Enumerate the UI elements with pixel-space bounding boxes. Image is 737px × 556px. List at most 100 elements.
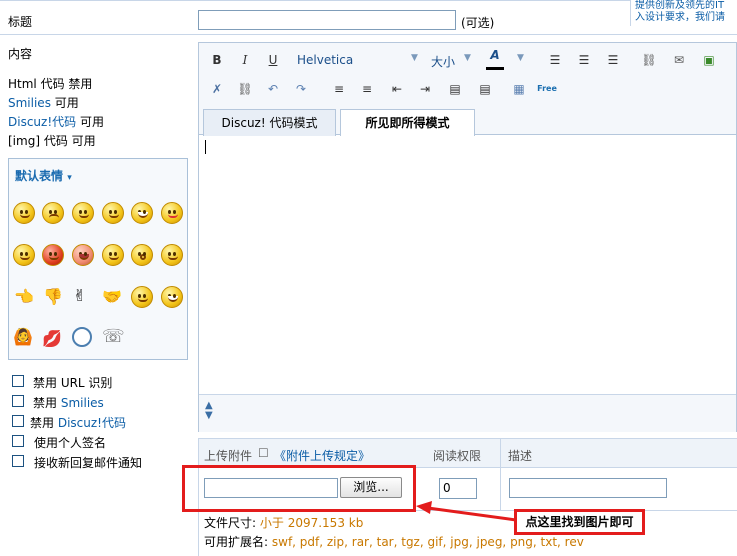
angry-icon[interactable] [42,244,64,266]
annotation-highlight-box [182,465,416,512]
disable-smilies-checkbox[interactable] [12,395,24,407]
disable-discuz-code-checkbox[interactable] [12,415,24,427]
smile-icon[interactable] [72,202,94,224]
attachment-rules-link[interactable]: 《附件上传规定》 [274,447,370,464]
chevron-down-icon[interactable]: ▼ [464,53,471,63]
disable-url-label: 禁用 URL 识别 [33,376,113,390]
resize-handle-icon[interactable]: ▲ ▼ [205,401,213,421]
thumb-down-icon[interactable]: 👎 [43,287,63,306]
smiley-category-dropdown[interactable]: 默认表情 ▾ [15,167,72,184]
tongue-icon[interactable] [161,202,183,224]
italic-button[interactable]: I [235,51,255,69]
disable-smilies-label: 禁用 Smilies [33,394,104,411]
smiley-category-label: 默认表情 [15,169,64,183]
chevron-down-icon[interactable]: ▼ [517,53,524,63]
bold-button[interactable]: B [207,51,227,69]
link-icon[interactable]: ⛓ [639,51,659,69]
victory-icon[interactable]: ✌ [73,286,86,305]
shy-icon[interactable] [161,244,183,266]
smiley-panel: 默认表情 ▾ 👈 👎 ✌ 🤝 🙆 💋 ☏ [8,158,188,360]
tab-wysiwyg-mode[interactable]: 所见即所得模式 [340,109,475,137]
font-color-button[interactable]: A [484,48,506,70]
description-label: 描述 [508,449,533,463]
disable-url-checkbox[interactable] [12,375,24,387]
outdent-icon[interactable]: ⇤ [387,80,407,98]
chevron-down-icon[interactable]: ▼ [411,53,418,63]
file-size-label: 文件尺寸: [204,516,257,530]
tab-discuz-code-mode[interactable]: Discuz! 代码模式 [203,109,336,136]
discuz-code-link[interactable]: Discuz!代码 [8,115,76,129]
title-label: 标题 [8,15,33,29]
attachment-header: 上传附件 ☐ 《附件上传规定》 阅读权限 描述 [198,438,737,469]
undo-icon[interactable]: ↶ [263,80,283,98]
allowed-extensions-value: swf, pdf, zip, rar, tar, tgz, gif, jpg, … [271,535,584,549]
text-caret [205,140,206,154]
use-signature-checkbox[interactable] [12,435,24,447]
read-permission-label: 阅读权限 [433,449,482,463]
free-icon[interactable]: Free [537,80,557,98]
disable-discuz-code-label: 禁用 Discuz!代码 [30,414,126,431]
align-right-icon[interactable]: ☰ [603,51,623,69]
phone-icon[interactable]: ☏ [102,326,125,347]
align-left-icon[interactable]: ☰ [545,51,565,69]
annotation-arrow [416,501,517,522]
chevron-down-icon: ▾ [67,173,72,183]
font-family-select[interactable]: Helvetica [297,53,353,67]
unordered-list-icon[interactable]: ≡ [357,80,377,98]
laugh-icon[interactable] [13,244,35,266]
content-label: 内容 [8,47,33,61]
smiley-icon[interactable] [13,202,35,224]
column-divider [500,439,501,469]
float-left-icon[interactable]: ▤ [445,80,465,98]
mad-icon[interactable] [131,286,153,308]
discuz-code-state: 可用 [79,115,104,129]
frown-icon[interactable] [42,202,64,224]
image-icon[interactable]: ▣ [699,51,719,69]
upload-label: 上传附件 [204,449,253,463]
underline-button[interactable]: U [263,51,283,69]
surprised-icon[interactable] [131,244,153,266]
thumb-left-icon[interactable]: 👈 [14,287,34,306]
disable-smilies-text: 禁用 [33,396,58,410]
title-input[interactable] [198,10,456,30]
file-size-info: 文件尺寸: 小于 2097.153 kb [204,514,363,531]
smilies-state: 可用 [54,96,79,110]
align-center-icon[interactable]: ☰ [574,51,594,69]
happy-icon[interactable] [161,286,183,308]
figure-icon[interactable]: 🙆 [13,327,33,346]
smilies-option-link[interactable]: Smilies [61,396,104,410]
editor-content-area[interactable] [199,136,736,394]
shout-icon[interactable] [72,244,94,266]
email-icon[interactable]: ✉ [669,51,689,69]
rich-text-editor: B I U Helvetica ▼ 大小 ▼ A ▼ ☰ ☰ ☰ ⛓ ✉ ▣ ✗… [198,42,737,432]
table-icon[interactable]: ▦ [509,80,529,98]
ordered-list-icon[interactable]: ≡ [329,80,349,98]
font-family-value: Helvetica [297,53,354,67]
unlink-icon[interactable]: ⛓ [235,80,255,98]
font-size-select[interactable]: 大小 [431,53,455,70]
redo-icon[interactable]: ↷ [291,80,311,98]
read-permission-input[interactable]: 0 [439,478,477,499]
handshake-icon[interactable]: 🤝 [102,287,122,306]
smilies-status: Smilies 可用 [8,94,79,111]
allowed-extensions-label: 可用扩展名: [204,535,269,549]
smilies-link[interactable]: Smilies [8,96,51,110]
lips-icon[interactable]: 💋 [42,329,62,348]
indent-icon[interactable]: ⇥ [415,80,435,98]
remove-format-icon[interactable]: ✗ [207,80,227,98]
grin-icon[interactable] [131,202,153,224]
editor-toolbar: B I U Helvetica ▼ 大小 ▼ A ▼ ☰ ☰ ☰ ⛓ ✉ ▣ ✗… [199,43,736,105]
editor-mode-tabs: Discuz! 代码模式 所见即所得模式 [199,105,736,137]
cry-icon[interactable] [102,244,124,266]
disable-discuz-code-text: 禁用 [30,416,55,430]
float-right-icon[interactable]: ▤ [475,80,495,98]
email-notify-checkbox[interactable] [12,455,24,467]
clock-icon[interactable] [72,327,92,347]
text-color-icon: A [490,48,500,62]
discuz-code-option-link[interactable]: Discuz!代码 [58,416,126,430]
title-optional-hint: (可选) [461,16,495,30]
file-size-value: 小于 2097.153 kb [259,516,364,530]
html-code-status: Html 代码 禁用 [8,77,93,91]
description-input[interactable] [509,478,667,498]
wink-icon[interactable] [102,202,124,224]
